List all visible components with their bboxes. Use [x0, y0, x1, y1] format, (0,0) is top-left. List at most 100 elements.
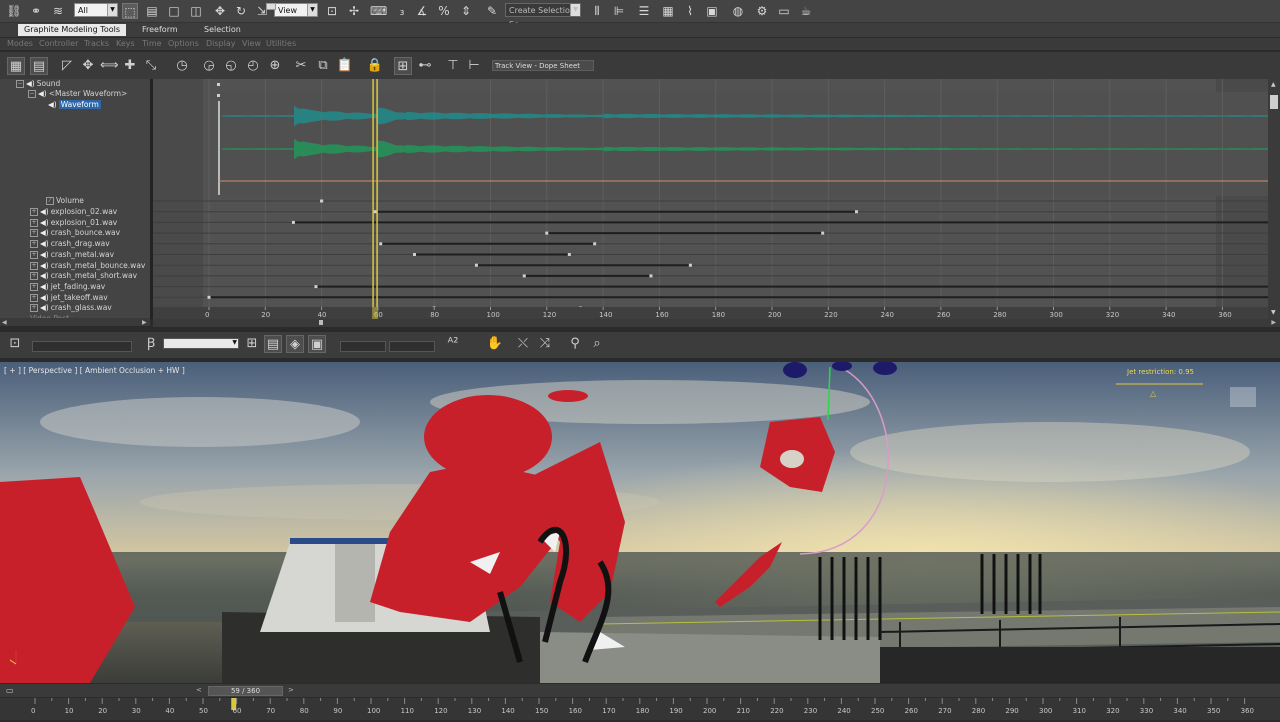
- move-keys-icon[interactable]: ✥: [79, 57, 97, 75]
- modify-subtree-icon[interactable]: ⊤: [444, 57, 462, 75]
- tree-item-sound[interactable]: − ◀) Sound: [16, 79, 60, 89]
- menu-controller[interactable]: Controller: [39, 38, 78, 50]
- scroll-left-icon[interactable]: ◀: [2, 319, 7, 326]
- cut-icon[interactable]: ✂: [292, 57, 310, 75]
- filter-animated-tracks-icon[interactable]: ◈: [286, 335, 304, 353]
- edit-keys-icon[interactable]: ▤: [30, 57, 48, 75]
- time-slider-frame-counter[interactable]: 59 / 360: [208, 686, 283, 696]
- ribbon-minimize-button[interactable]: [266, 3, 276, 10]
- expand-icon[interactable]: +: [30, 261, 38, 270]
- tree-item-sound-track[interactable]: + ◀) crash_glass.wav: [30, 303, 112, 313]
- tree-item-master-waveform[interactable]: − ◀) <Master Waveform>: [28, 89, 127, 99]
- tree-item-sound-track[interactable]: + ◀) jet_takeoff.wav: [30, 293, 108, 303]
- viewport-label[interactable]: [ + ] [ Perspective ] [ Ambient Occlusio…: [4, 366, 185, 375]
- tree-item-waveform[interactable]: ◀) Waveform: [48, 100, 101, 110]
- render-setup-icon[interactable]: ⚙: [754, 3, 770, 19]
- pivot-center-icon[interactable]: ⊡: [324, 3, 340, 19]
- zoom-selected-icon[interactable]: ⊡: [6, 335, 24, 353]
- previous-frame-icon[interactable]: <: [196, 686, 202, 694]
- show-keyable-icon[interactable]: ⊷: [416, 57, 434, 75]
- tree-item-sound-track[interactable]: + ◀) explosion_01.wav: [30, 218, 117, 228]
- percent-snap-icon[interactable]: %: [436, 3, 452, 19]
- expand-icon[interactable]: +: [30, 250, 38, 259]
- menu-view[interactable]: View: [242, 38, 261, 50]
- scroll-down-icon[interactable]: ▼: [1271, 309, 1276, 316]
- tree-item-sound-track[interactable]: + ◀) jet_fading.wav: [30, 282, 105, 292]
- mirror-icon[interactable]: ⫴: [589, 3, 605, 19]
- scroll-up-icon[interactable]: ▲: [1271, 81, 1276, 88]
- insert-time-icon[interactable]: ⊕: [266, 57, 284, 75]
- next-frame-icon[interactable]: >: [288, 686, 294, 694]
- select-keys-icon[interactable]: ◸: [58, 57, 76, 75]
- collapse-icon[interactable]: −: [28, 90, 36, 98]
- expand-icon[interactable]: +: [30, 272, 38, 281]
- select-object-icon[interactable]: ⬚: [122, 3, 138, 19]
- zoom-region-icon[interactable]: ⌕: [588, 335, 606, 353]
- zoom-horizontal-extents-icon[interactable]: ⤬: [514, 335, 532, 353]
- material-editor-icon[interactable]: ◍: [730, 3, 746, 19]
- menu-display[interactable]: Display: [206, 38, 236, 50]
- key-time-field[interactable]: [340, 341, 386, 352]
- curve-editor-icon[interactable]: ⌇: [682, 3, 698, 19]
- tree-horizontal-scrollbar[interactable]: ◀ ▶: [0, 318, 150, 326]
- spinner-snap-icon[interactable]: ⇕: [458, 3, 474, 19]
- menu-keys[interactable]: Keys: [116, 38, 135, 50]
- scroll-thumb[interactable]: [1270, 95, 1278, 109]
- tree-item-sound-track[interactable]: + ◀) crash_bounce.wav: [30, 228, 120, 238]
- pan-icon[interactable]: ✋: [486, 335, 504, 353]
- snaps-toggle-icon[interactable]: ₃: [394, 3, 410, 19]
- paste-icon[interactable]: 📋: [336, 57, 354, 75]
- key-value-field[interactable]: [389, 341, 435, 352]
- menu-tracks[interactable]: Tracks: [84, 38, 109, 50]
- tab-freeform[interactable]: Freeform: [136, 24, 184, 36]
- rotate-icon[interactable]: ↻: [233, 3, 249, 19]
- rect-selection-region-icon[interactable]: □: [166, 3, 182, 19]
- select-by-name-icon[interactable]: Ꞵ: [142, 335, 160, 353]
- reference-coord-dropdown[interactable]: View ▼: [274, 3, 318, 17]
- menu-time[interactable]: Time: [142, 38, 162, 50]
- tree-item-volume[interactable]: ⁄ Volume: [46, 196, 84, 206]
- tab-graphite-modeling-tools[interactable]: Graphite Modeling Tools: [18, 24, 127, 36]
- selection-filter-dropdown[interactable]: All ▼: [74, 3, 118, 17]
- select-time-icon[interactable]: ◷: [173, 57, 191, 75]
- time-slider[interactable]: ▭ < >: [0, 684, 1280, 697]
- angle-snap-icon[interactable]: ∡: [414, 3, 430, 19]
- menu-options[interactable]: Options: [168, 38, 199, 50]
- add-remove-key-icon[interactable]: ✚: [121, 57, 139, 75]
- copy-icon[interactable]: ⧉: [314, 57, 332, 75]
- edit-named-selection-icon[interactable]: ✎: [484, 3, 500, 19]
- scale-keys-icon[interactable]: ⤡: [142, 57, 160, 75]
- dope-sheet-key-window[interactable]: [153, 79, 1268, 319]
- tree-item-sound-track[interactable]: + ◀) crash_metal.wav: [30, 250, 114, 260]
- expand-icon[interactable]: +: [30, 304, 38, 313]
- tree-item-sound-track[interactable]: + ◀) crash_metal_short.wav: [30, 271, 137, 281]
- scroll-right-icon[interactable]: ▶: [1271, 319, 1276, 326]
- align-icon[interactable]: ⊫: [611, 3, 627, 19]
- link-icon[interactable]: ⛓: [6, 3, 22, 19]
- tree-item-sound-track[interactable]: + ◀) explosion_02.wav: [30, 207, 117, 217]
- rendered-frame-window-icon[interactable]: ▭: [776, 3, 792, 19]
- mini-curve-editor-icon[interactable]: ▭: [6, 686, 14, 695]
- track-bar[interactable]: 0 10 20 30 40 50 60 70 80 90 100 110 120 130 140 150 160…: [0, 698, 1280, 720]
- filter-selected-tracks-icon[interactable]: ▤: [264, 335, 282, 353]
- track-set-dropdown[interactable]: ▼: [163, 338, 239, 349]
- layer-manager-icon[interactable]: ☰: [636, 3, 652, 19]
- tree-item-sound-track[interactable]: + ◀) crash_metal_bounce.wav: [30, 261, 145, 271]
- unlink-icon[interactable]: ⚭: [28, 3, 44, 19]
- reverse-time-icon[interactable]: ◵: [222, 57, 240, 75]
- slide-keys-icon[interactable]: ⟺: [100, 57, 119, 75]
- lock-selection-icon[interactable]: 🔒: [366, 57, 384, 75]
- expand-icon[interactable]: +: [30, 208, 38, 216]
- filters-icon[interactable]: ▦: [7, 57, 25, 75]
- graphite-toggle-icon[interactable]: ▦: [660, 3, 676, 19]
- select-by-name-icon[interactable]: ▤: [144, 3, 160, 19]
- expand-icon[interactable]: +: [30, 293, 38, 302]
- modify-child-keys-icon[interactable]: ⊢: [465, 57, 483, 75]
- menu-utilities[interactable]: Utilities: [266, 38, 296, 50]
- time-ruler[interactable]: 0 20 40 60 80 100 120 140 160 180 200 220 240 260 280 3…: [153, 307, 1268, 319]
- window-crossing-icon[interactable]: ◫: [188, 3, 204, 19]
- snap-frames-icon[interactable]: ⊞: [394, 57, 412, 75]
- selected-object-field[interactable]: [32, 341, 132, 352]
- track-view-vertical-scrollbar[interactable]: ▲ ▼: [1268, 79, 1280, 319]
- menu-modes[interactable]: Modes: [7, 38, 33, 50]
